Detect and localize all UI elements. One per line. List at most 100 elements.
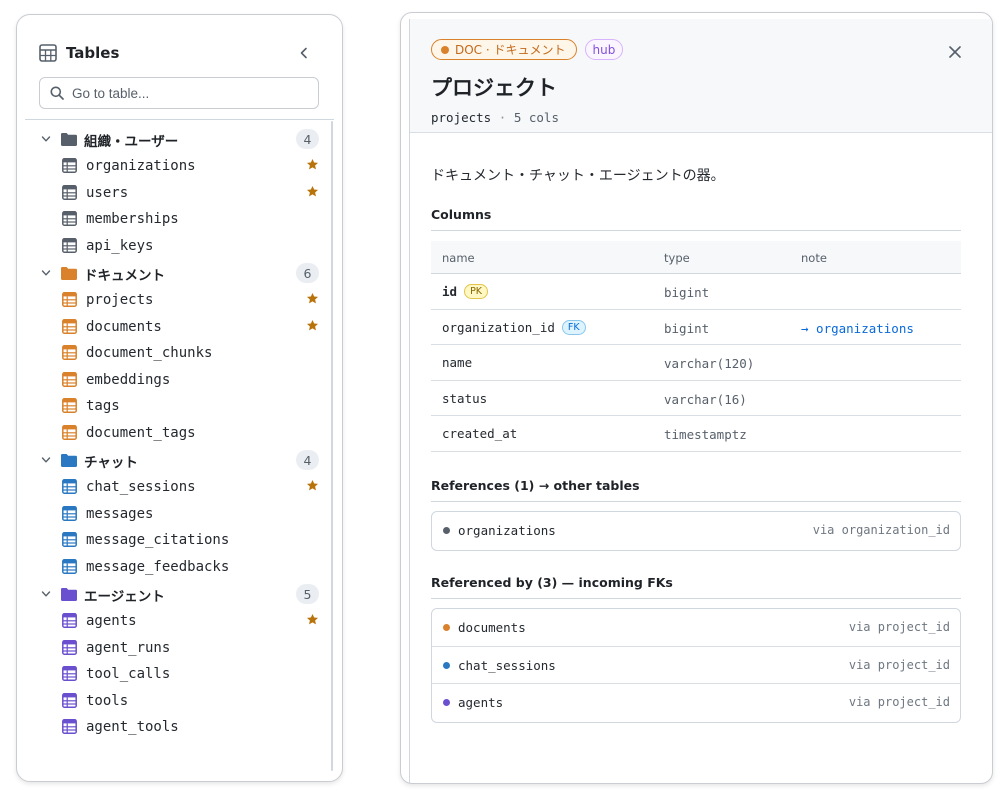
table-name: organizations	[86, 158, 196, 174]
references-list: organizations via organization_id	[431, 511, 961, 551]
table-group: 組織・ユーザー 4 organizations users memberships api…	[17, 125, 335, 259]
group-count-badge: 4	[296, 450, 319, 470]
reference-row[interactable]: documents via project_id	[432, 609, 960, 647]
table-icon	[62, 479, 77, 494]
sidebar-table-item[interactable]: organizations	[17, 153, 335, 180]
column-name-text: name	[442, 355, 473, 370]
table-grid-icon	[39, 44, 57, 62]
chevron-left-icon	[300, 47, 307, 59]
table-icon	[62, 371, 77, 387]
sidebar-table-item[interactable]: memberships	[17, 206, 335, 233]
table-name: document_chunks	[86, 345, 213, 361]
table-search-field[interactable]	[39, 77, 319, 109]
table-name: messages	[86, 505, 154, 522]
sidebar-table-item[interactable]: document_tags	[17, 420, 335, 447]
group-header[interactable]: 組織・ユーザー 4	[17, 125, 335, 153]
column-name-text: status	[442, 390, 488, 406]
collapse-sidebar-button[interactable]	[292, 41, 316, 65]
foreign-key-badge: FK	[561, 319, 586, 335]
category-dot	[441, 45, 449, 54]
sidebar-table-item[interactable]: message_feedbacks	[17, 554, 335, 581]
group-header[interactable]: チャット 4	[17, 446, 335, 474]
star-icon[interactable]	[306, 292, 319, 305]
column-name: name	[442, 355, 472, 370]
referenced-by-list: documents via project_id chat_sessions via …	[431, 608, 961, 723]
reference-row[interactable]: chat_sessions via project_id	[432, 647, 960, 684]
table-name: projects	[86, 292, 154, 308]
search-icon	[50, 86, 64, 100]
table-icon	[62, 719, 77, 734]
detail-subtitle: projects · 5 cols	[431, 110, 559, 125]
table-name: documents	[86, 318, 162, 335]
sidebar-table-item[interactable]: documents	[17, 314, 335, 341]
sidebar-table-item[interactable]: chat_sessions	[17, 474, 335, 501]
referenced-by-section-title: Referenced by (3) — incoming FKs	[431, 575, 673, 590]
group-header[interactable]: エージェント 5	[17, 580, 335, 608]
star-icon[interactable]	[306, 185, 319, 198]
column-name-text: organization_id	[442, 319, 555, 335]
table-name: memberships	[86, 211, 179, 227]
table-search-input[interactable]	[72, 85, 307, 101]
table-icon	[62, 292, 77, 307]
sidebar-table-item[interactable]: tool_calls	[17, 661, 335, 688]
table-name: agents	[86, 613, 137, 629]
reference-via: via organization_id	[812, 523, 950, 537]
column-row: name varchar(120)	[431, 345, 961, 381]
category-chip-label: DOC · ドキュメント	[455, 43, 566, 57]
sidebar-table-item[interactable]: message_citations	[17, 527, 335, 554]
table-name: document_tags	[86, 424, 196, 441]
group-header[interactable]: ドキュメント 6	[17, 259, 335, 287]
references-section-title: References (1) → other tables	[431, 478, 640, 493]
group-count-badge: 5	[296, 584, 319, 604]
star-icon[interactable]	[306, 158, 319, 171]
column-note-link[interactable]: → organizations	[801, 321, 914, 336]
sidebar-table-item[interactable]: document_chunks	[17, 340, 335, 367]
chevron-down-icon	[41, 136, 51, 142]
group-label: 組織・ユーザー	[84, 134, 179, 150]
table-name: message_citations	[86, 532, 230, 548]
sidebar-table-item[interactable]: messages	[17, 501, 335, 528]
column-row: organization_id FK bigint → organizations	[431, 310, 961, 345]
folder-icon	[61, 454, 77, 467]
folder-icon	[61, 267, 77, 280]
column-row: status varchar(16)	[431, 381, 961, 416]
sidebar-table-item[interactable]: users	[17, 180, 335, 207]
chevron-down-icon	[41, 591, 51, 597]
sidebar-table-item[interactable]: api_keys	[17, 233, 335, 260]
sidebar-table-item[interactable]: agent_tools	[17, 714, 335, 741]
table-detail-panel: DOC · ドキュメント hub プロジェクト projects · 5 col…	[400, 12, 993, 784]
sidebar-title: Tables	[66, 44, 120, 62]
column-name: id PK	[442, 284, 489, 299]
reference-row[interactable]: agents via project_id	[432, 684, 960, 722]
column-name-text: created_at	[442, 426, 518, 441]
columns-section-title: Columns	[431, 207, 492, 222]
sidebar-table-item[interactable]: embeddings	[17, 367, 335, 394]
column-row: id PK bigint	[431, 274, 961, 310]
star-icon[interactable]	[306, 319, 319, 332]
reference-table-name: chat_sessions	[458, 657, 556, 673]
panel-content: DOC · ドキュメント hub プロジェクト projects · 5 col…	[409, 19, 992, 783]
sidebar-table-item[interactable]: tools	[17, 688, 335, 715]
group-label: チャット	[84, 455, 138, 471]
reference-via: via project_id	[848, 695, 950, 709]
table-name: message_feedbacks	[86, 558, 230, 575]
columns-section-rule	[431, 230, 961, 231]
reference-row[interactable]: organizations via organization_id	[432, 512, 960, 550]
column-type: bigint	[664, 320, 710, 336]
reference-dot	[443, 661, 450, 669]
references-section-rule	[431, 501, 961, 502]
columns-table: name type note id PK bigint organization_id…	[431, 241, 961, 452]
sidebar-table-item[interactable]: agent_runs	[17, 635, 335, 662]
table-group: チャット 4 chat_sessions messages message_citati…	[17, 446, 335, 580]
group-label: エージェント	[84, 589, 165, 605]
sidebar-table-item[interactable]: projects	[17, 287, 335, 314]
star-icon[interactable]	[306, 479, 319, 492]
star-icon[interactable]	[306, 613, 319, 626]
table-group-list: 組織・ユーザー 4 organizations users memberships api…	[17, 125, 335, 741]
table-icon	[62, 158, 77, 173]
chevron-down-icon	[41, 457, 51, 463]
sidebar-table-item[interactable]: tags	[17, 393, 335, 420]
sidebar-table-item[interactable]: agents	[17, 608, 335, 635]
close-panel-button[interactable]	[944, 41, 966, 63]
reference-dot	[443, 624, 450, 631]
